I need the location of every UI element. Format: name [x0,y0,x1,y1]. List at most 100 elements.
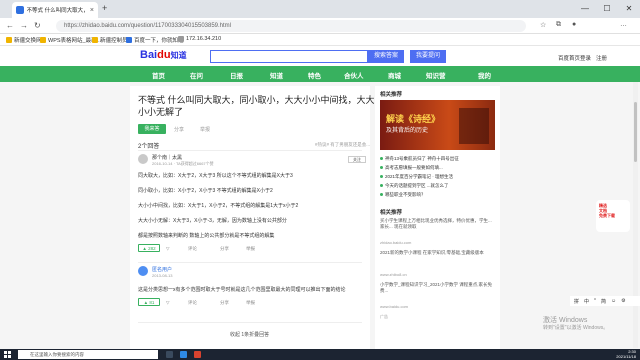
avatar[interactable] [138,266,148,276]
ime-emoji-icon[interactable]: ☺ [611,298,616,304]
nav-home[interactable]: 首页 [152,70,165,80]
ime-chinese-icon[interactable]: 中 [584,298,589,305]
browser-tab[interactable]: 不等式 什么叫同大取大，同小取小 × [12,2,98,18]
ad-text[interactable]: 买小学生课程上万相比现业优秀选择，特价优惠，学生... 家长... 现在就领取 [380,218,495,230]
new-tab-icon[interactable]: + [102,3,107,13]
bookmark-item[interactable]: 新疆控制员 [92,36,128,44]
favorites-icon[interactable]: ☆ [540,21,546,29]
clock[interactable]: 2:30 2021/11/18 [600,349,636,359]
ime-pinyin-icon[interactable]: 拼 [574,298,579,305]
menu-icon[interactable]: … [620,21,627,28]
profile-icon[interactable]: ● [572,21,576,28]
search-input[interactable] [210,50,368,63]
bookmarks-bar: 新疆交换网 WPS表格网站_最新... 新疆控制员 百度一下，你就知道 172.… [0,34,640,46]
nav-daily[interactable]: 日报 [230,70,243,80]
task-view-icon[interactable] [166,351,173,358]
answer-button[interactable]: 我来答 [138,124,166,134]
share-button[interactable]: 分享 [174,126,184,133]
folder-icon [6,37,12,43]
hot-link[interactable]: 哪些职业不受影响？ [380,192,426,198]
answer-date: 2016-10-14 · TA获得超过6667个赞 [152,161,214,166]
answer-line: 同小取小，比如：X小于2，X小于3 不等式组的解集是X小于2 [138,188,273,194]
related-title: 相关推荐 [380,210,403,216]
dislike-icon[interactable]: ▽ [166,300,169,306]
baidu-logo[interactable]: Baidu知道 [140,49,187,61]
nav-know[interactable]: 知道 [270,70,283,80]
maximize-icon[interactable]: ☐ [596,0,618,18]
bookmark-item[interactable]: 172.16.34.210 [178,36,221,42]
wps-icon[interactable] [194,351,201,358]
divider [138,322,362,323]
login-link[interactable]: 登录 [580,54,591,62]
bookmark-item[interactable]: 新疆交换网 [6,36,42,44]
nav-asking[interactable]: 在问 [190,70,203,80]
comment-button[interactable]: 评论 [188,246,197,252]
answer-line: 这是分类思想一x有多个范围时取大于号时就是这几个范围里取最大的同理可以推出下面的… [138,287,346,293]
hot-link[interactable]: 2021年度百分学霸笔记 · 理想生活 [380,174,453,180]
page-icon [178,36,184,42]
reload-icon[interactable]: ↻ [34,21,41,30]
register-link[interactable]: 注册 [596,54,607,62]
question-title: 不等式 什么叫同大取大，同小取小，大大小小中间找，大大小小无解了 [138,95,375,117]
edge-icon[interactable] [180,351,187,358]
ask-question-button[interactable]: 我要提问 [410,50,446,63]
nav-mine[interactable]: 我的 [478,70,491,80]
site-header: Baidu知道 搜索答案 我要提问 百度首页 登录 注册 [0,46,640,66]
back-icon[interactable]: ← [6,21,14,30]
favicon-icon [16,6,24,14]
banner-title: 解读《诗经》 [386,114,441,124]
ad-label: 广告 [380,314,388,319]
ime-settings-icon[interactable]: ⚙ [621,298,625,304]
activation-watermark-sub: 转到"设置"以激活 Windows。 [543,325,609,331]
bookmark-item[interactable]: 百度一下，你就知道 [126,36,184,44]
hot-link[interactable]: 高考志愿填报一般要如何填... [380,165,443,171]
ime-simplified-icon[interactable]: 简 [601,298,606,305]
share-answer-button[interactable]: 分享 [220,246,229,252]
search-answer-button[interactable]: 搜索答案 [368,50,404,63]
tab-bar: 不等式 什么叫同大取大，同小取小 × + — ☐ ✕ [0,0,640,18]
hot-link[interactable]: 神舟13号乘航员归了 神舟十四号出征 [380,156,459,162]
answer-line: 同大取大，比如：X大于2，X大于3 所以这个不等式组的解集是X大于3 [138,173,293,179]
sidebar: 相关推荐 解读《诗经》 及其背后的历史 神舟13号乘航员归了 神舟十四号出征 高… [375,86,500,350]
nav-partner[interactable]: 合伙人 [344,70,364,80]
dislike-icon[interactable]: ▽ [166,246,169,252]
question-panel: 不等式 什么叫同大取大，同小取小，大大小小中间找，大大小小无解了 我来答 分享 … [130,86,375,350]
folder-icon [92,37,98,43]
report-button[interactable]: 举报 [200,126,210,133]
like-button[interactable]: ▲ 81 [138,298,160,306]
avatar[interactable] [138,154,148,164]
float-download-panel[interactable]: 精选 文档 免费下载 [596,200,630,232]
start-icon[interactable] [4,351,11,358]
ime-punct-icon[interactable]: ° [594,298,596,304]
baidu-home-link[interactable]: 百度首页 [558,54,580,62]
forward-icon[interactable]: → [20,21,28,30]
report-answer-button[interactable]: 举报 [246,300,255,306]
nav-mall[interactable]: 商城 [388,70,401,80]
follow-button[interactable]: 关注 [348,156,366,163]
answer-author[interactable]: 那个南｜太黑 [152,154,182,161]
report-answer-button[interactable]: 举报 [246,246,255,252]
minimize-icon[interactable]: — [574,0,596,18]
taskbar-search-input[interactable]: 在这里输入你要搜索的内容 [18,350,158,359]
answer-author[interactable]: 匿名用户 [152,266,172,273]
url-input[interactable]: https://zhidao.baidu.com/question/117003… [56,20,526,32]
ad-text[interactable]: 2021新的数学小课程 在家学知识,零基础,宝藏级版本 [380,250,495,256]
hot-topic-link[interactable]: #热议# 有了男朋友还是会... [315,142,370,148]
scrollbar-thumb[interactable] [634,102,637,162]
close-tab-icon[interactable]: × [90,7,94,14]
hot-link[interactable]: 今天的话题提到学区 ...就怎么了 [380,183,449,189]
banner-subtitle: 及其背后的历史 [386,128,429,134]
nav-special[interactable]: 特色 [308,70,321,80]
nav-knowledge-camp[interactable]: 知识营 [426,70,446,80]
ad-text[interactable]: 小学数学_课程知识学习_2021小学数学 课程重点,家长免费... [380,282,495,294]
collections-icon[interactable]: ⧉ [556,21,561,29]
comment-button[interactable]: 评论 [188,300,197,306]
like-button[interactable]: ▲ 282 [138,244,160,252]
collapsed-answers-link[interactable]: 收起 1条折叠回答 [230,331,269,338]
ad-source: www.baidu.com [380,304,409,309]
book-banner[interactable]: 解读《诗经》 及其背后的历史 [380,100,495,150]
window-close-icon[interactable]: ✕ [618,0,640,18]
share-answer-button[interactable]: 分享 [220,300,229,306]
answer-line: 大大小小无解：X大于3，X小于-3，无解，因为数轴上没有公共部分 [138,218,287,224]
scrollbar[interactable] [633,82,638,348]
